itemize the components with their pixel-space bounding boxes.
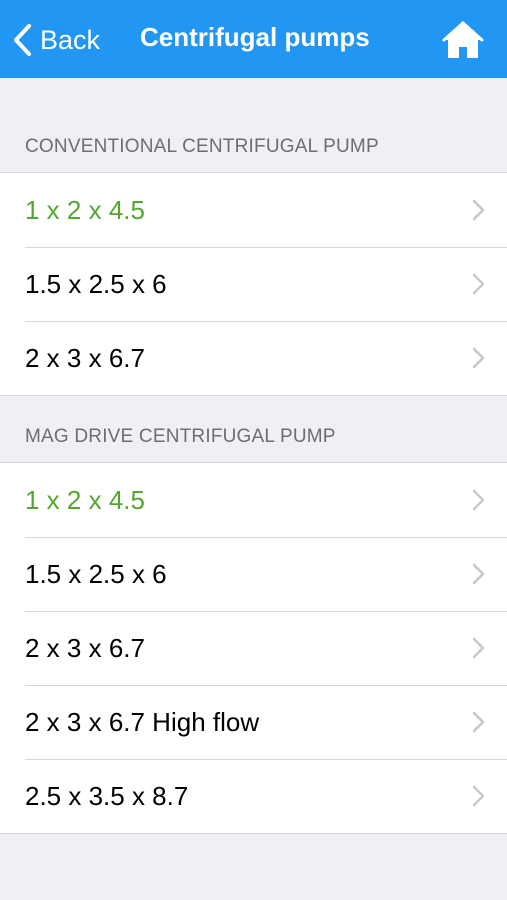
list-item[interactable]: 2 x 3 x 6.7 High flow: [0, 685, 507, 759]
section-title: CONVENTIONAL CENTRIFUGAL PUMP: [25, 136, 379, 157]
home-icon: [442, 21, 484, 58]
list-item[interactable]: 1.5 x 2.5 x 6: [0, 537, 507, 611]
list-item[interactable]: 1.5 x 2.5 x 6: [0, 247, 507, 321]
back-label: Back: [40, 24, 101, 55]
list-item-label: 2 x 3 x 6.7: [25, 343, 145, 373]
list-item-label: 1.5 x 2.5 x 6: [25, 269, 167, 299]
list-item-label: 1.5 x 2.5 x 6: [25, 559, 167, 589]
chevron-right-icon: [472, 273, 485, 295]
section-list-mag-drive: 1 x 2 x 4.5 1.5 x 2.5 x 6 2 x 3 x 6.7 2 …: [0, 462, 507, 834]
section-header-mag-drive: MAG DRIVE CENTRIFUGAL PUMP: [0, 396, 507, 462]
list-item[interactable]: 2 x 3 x 6.7: [0, 321, 507, 395]
chevron-right-icon: [472, 347, 485, 369]
back-button[interactable]: Back: [12, 20, 100, 60]
list-item[interactable]: 1 x 2 x 4.5: [0, 173, 507, 247]
chevron-right-icon: [472, 563, 485, 585]
list-item[interactable]: 2.5 x 3.5 x 8.7: [0, 759, 507, 833]
list-item-label: 1 x 2 x 4.5: [25, 195, 145, 225]
section-header-conventional: CONVENTIONAL CENTRIFUGAL PUMP: [0, 78, 507, 172]
list-item[interactable]: 1 x 2 x 4.5: [0, 463, 507, 537]
home-button[interactable]: [441, 18, 485, 62]
chevron-right-icon: [472, 637, 485, 659]
page-title: Centrifugal pumps: [140, 22, 370, 52]
list-item-label: 2.5 x 3.5 x 8.7: [25, 781, 189, 811]
list-item-label: 1 x 2 x 4.5: [25, 485, 145, 515]
pump-list: CONVENTIONAL CENTRIFUGAL PUMP 1 x 2 x 4.…: [0, 78, 507, 834]
section-list-conventional: 1 x 2 x 4.5 1.5 x 2.5 x 6 2 x 3 x 6.7: [0, 172, 507, 396]
chevron-right-icon: [472, 199, 485, 221]
list-item[interactable]: 2 x 3 x 6.7: [0, 611, 507, 685]
chevron-right-icon: [472, 785, 485, 807]
list-item-label: 2 x 3 x 6.7: [25, 633, 145, 663]
navigation-bar: Back Centrifugal pumps: [0, 0, 507, 78]
chevron-right-icon: [472, 489, 485, 511]
chevron-right-icon: [472, 711, 485, 733]
chevron-left-icon: [14, 24, 31, 56]
section-title: MAG DRIVE CENTRIFUGAL PUMP: [25, 426, 336, 447]
list-item-label: 2 x 3 x 6.7 High flow: [25, 707, 260, 737]
